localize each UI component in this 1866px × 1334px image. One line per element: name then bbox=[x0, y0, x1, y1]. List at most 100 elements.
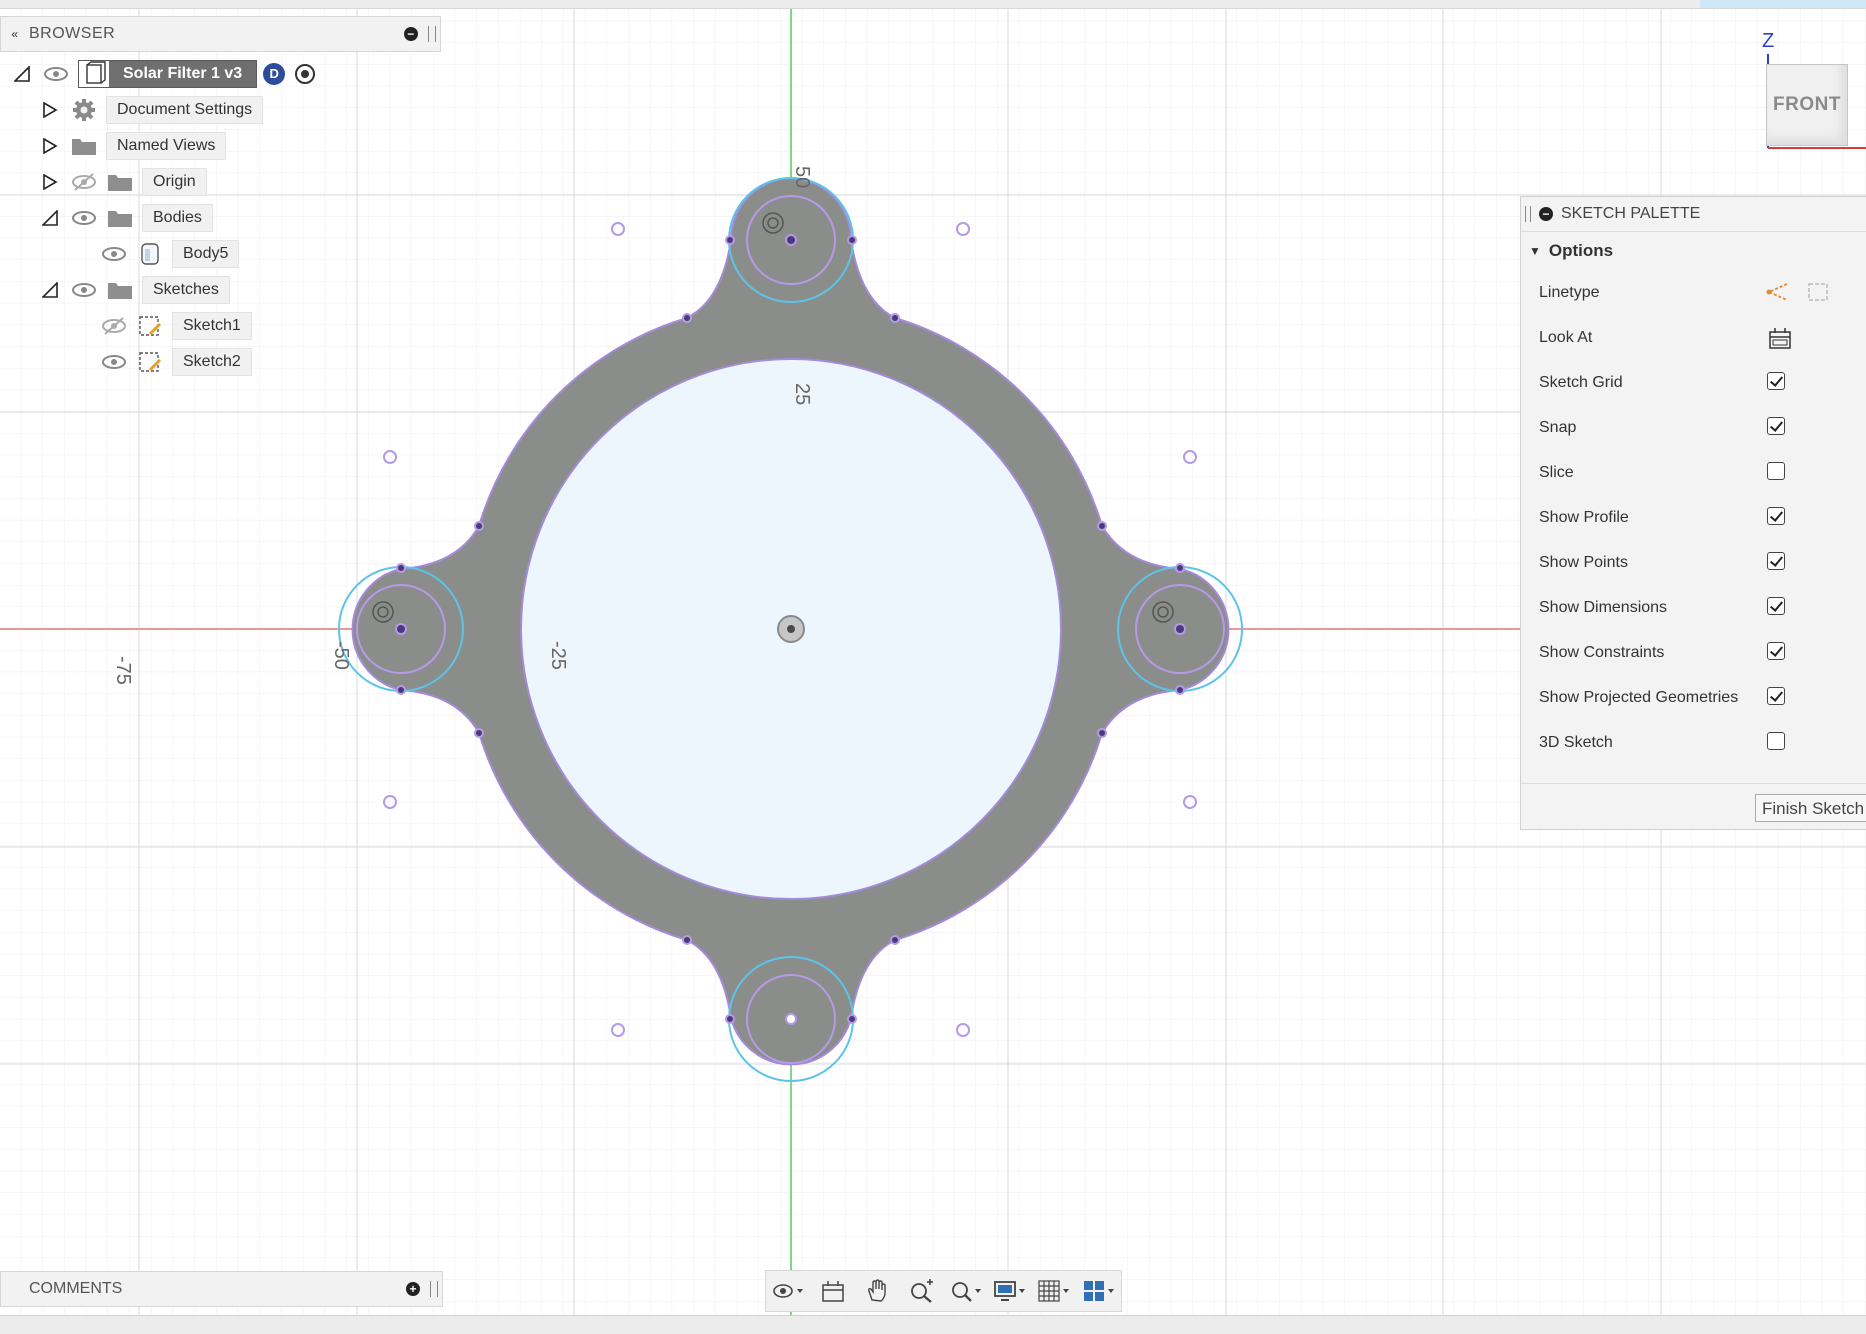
eye-hidden-icon[interactable] bbox=[70, 170, 98, 194]
comments-panel: COMMENTS + bbox=[0, 1271, 443, 1307]
eye-icon[interactable] bbox=[70, 206, 98, 230]
slice-checkbox[interactable] bbox=[1767, 462, 1785, 480]
tree-item-root[interactable]: Solar Filter 1 v3 D bbox=[14, 59, 316, 89]
folder-icon bbox=[108, 211, 132, 227]
centerline-linetype-icon[interactable] bbox=[1805, 280, 1831, 304]
zoom-icon[interactable] bbox=[903, 1276, 939, 1306]
tree-item-origin[interactable]: Origin bbox=[42, 167, 207, 197]
origin-point bbox=[777, 615, 805, 643]
look-at-icon[interactable] bbox=[815, 1276, 851, 1306]
add-comment-icon[interactable]: + bbox=[406, 1282, 420, 1296]
tree-item-named-views[interactable]: Named Views bbox=[42, 131, 227, 161]
option-label: 3D Sketch bbox=[1539, 733, 1613, 751]
pin-minus-icon[interactable]: − bbox=[1539, 207, 1553, 221]
expanded-triangle-icon[interactable] bbox=[42, 282, 58, 298]
options-section-title: Options bbox=[1548, 241, 1614, 260]
option-label: Show Dimensions bbox=[1539, 598, 1668, 616]
option-label: Look At bbox=[1539, 328, 1593, 346]
folder-icon bbox=[108, 283, 132, 299]
folder-icon bbox=[72, 139, 96, 155]
show-points-checkbox[interactable] bbox=[1767, 552, 1785, 570]
grip-handle-icon[interactable] bbox=[430, 1281, 438, 1297]
view-cube-front-face[interactable]: FRONT bbox=[1766, 64, 1848, 146]
finish-sketch-button[interactable]: Finish Sketch bbox=[1755, 794, 1866, 822]
orbit-icon[interactable] bbox=[770, 1276, 806, 1306]
look-at-icon[interactable] bbox=[1767, 325, 1793, 351]
option-label: Slice bbox=[1539, 463, 1574, 481]
activate-target-icon[interactable] bbox=[295, 64, 316, 84]
expanded-triangle-icon[interactable] bbox=[14, 66, 30, 82]
browser-header: « BROWSER − bbox=[0, 16, 441, 52]
browser-panel: « BROWSER − bbox=[0, 16, 441, 52]
sketch-grid-checkbox[interactable] bbox=[1767, 372, 1785, 390]
tree-item-label: Sketch1 bbox=[172, 312, 252, 340]
pin-minus-icon[interactable]: − bbox=[404, 27, 418, 41]
tree-item-label: Sketch2 bbox=[172, 348, 252, 376]
option-show-dimensions: Show Dimensions bbox=[1521, 585, 1866, 630]
option-show-points: Show Points bbox=[1521, 540, 1866, 585]
option-sketch-grid: Sketch Grid bbox=[1521, 360, 1866, 405]
eye-icon[interactable] bbox=[100, 242, 128, 266]
tree-item-sketch2[interactable]: Sketch2 bbox=[100, 347, 252, 377]
construction-linetype-icon[interactable] bbox=[1765, 280, 1791, 304]
option-show-profile: Show Profile bbox=[1521, 495, 1866, 540]
status-bar bbox=[0, 1315, 1866, 1334]
eye-hidden-icon[interactable] bbox=[100, 314, 128, 338]
view-cube[interactable]: Z FRONT bbox=[1750, 30, 1866, 160]
tree-item-label: Bodies bbox=[142, 204, 213, 232]
3d-sketch-checkbox[interactable] bbox=[1767, 732, 1785, 750]
collapsed-triangle-icon[interactable] bbox=[42, 174, 58, 190]
tree-item-label: Named Views bbox=[106, 132, 227, 160]
caret-down-icon: ▼ bbox=[1529, 244, 1541, 258]
browser-title: BROWSER bbox=[29, 25, 116, 42]
option-label: Show Constraints bbox=[1539, 643, 1665, 661]
options-section-header[interactable]: ▼ Options bbox=[1521, 232, 1866, 270]
ruler-label-x: -25 bbox=[547, 641, 569, 670]
option-label: Show Projected Geometries bbox=[1539, 688, 1739, 706]
sketch-palette-title: SKETCH PALETTE bbox=[1561, 205, 1701, 222]
comments-title: COMMENTS bbox=[29, 1280, 123, 1297]
option-slice: Slice bbox=[1521, 450, 1866, 495]
tree-item-label: Document Settings bbox=[106, 96, 264, 124]
grip-handle-icon[interactable] bbox=[1525, 206, 1531, 222]
fit-icon[interactable] bbox=[948, 1276, 984, 1306]
tree-item-label: Solar Filter 1 v3 bbox=[109, 61, 257, 87]
eye-icon[interactable] bbox=[100, 350, 128, 374]
tree-item-body5[interactable]: Body5 bbox=[100, 239, 240, 269]
tree-item-label: Body5 bbox=[172, 240, 240, 268]
snap-checkbox[interactable] bbox=[1767, 417, 1785, 435]
tree-item-sketch1[interactable]: Sketch1 bbox=[100, 311, 252, 341]
show-constraints-checkbox[interactable] bbox=[1767, 642, 1785, 660]
option-show-constraints: Show Constraints bbox=[1521, 630, 1866, 675]
eye-icon[interactable] bbox=[70, 278, 98, 302]
option-label: Show Profile bbox=[1539, 508, 1629, 526]
document-badge-icon[interactable]: D bbox=[263, 63, 286, 85]
sketch-palette-header: − SKETCH PALETTE bbox=[1521, 197, 1866, 232]
grid-settings-icon[interactable] bbox=[1036, 1276, 1072, 1306]
show-dimensions-checkbox[interactable] bbox=[1767, 597, 1785, 615]
display-settings-icon[interactable] bbox=[992, 1276, 1028, 1306]
option-label: Snap bbox=[1539, 418, 1577, 436]
eye-icon[interactable] bbox=[42, 62, 70, 86]
sketch-palette-footer: Finish Sketch bbox=[1521, 783, 1866, 830]
tree-item-document-settings[interactable]: Document Settings bbox=[42, 95, 264, 125]
collapsed-triangle-icon[interactable] bbox=[42, 102, 58, 118]
tree-item-label: Sketches bbox=[142, 276, 230, 304]
option-look-at: Look At bbox=[1521, 315, 1866, 360]
tree-item-label: Origin bbox=[142, 168, 207, 196]
ruler-label-y: 25 bbox=[791, 383, 813, 405]
collapse-panel-icon[interactable]: « bbox=[1, 27, 29, 41]
grip-handle-icon[interactable] bbox=[428, 26, 436, 42]
option-label: Show Points bbox=[1539, 553, 1628, 571]
show-profile-checkbox[interactable] bbox=[1767, 507, 1785, 525]
pan-icon[interactable] bbox=[859, 1276, 895, 1306]
expanded-triangle-icon[interactable] bbox=[42, 210, 58, 226]
tree-item-bodies[interactable]: Bodies bbox=[42, 203, 213, 233]
folder-icon bbox=[108, 175, 132, 191]
navigation-toolbar bbox=[765, 1270, 1122, 1312]
tree-item-sketches[interactable]: Sketches bbox=[42, 275, 230, 305]
collapsed-triangle-icon[interactable] bbox=[42, 138, 58, 154]
show-projected-geometries-checkbox[interactable] bbox=[1767, 687, 1785, 705]
viewports-icon[interactable] bbox=[1081, 1276, 1117, 1306]
ruler-label-x: -75 bbox=[112, 656, 134, 685]
